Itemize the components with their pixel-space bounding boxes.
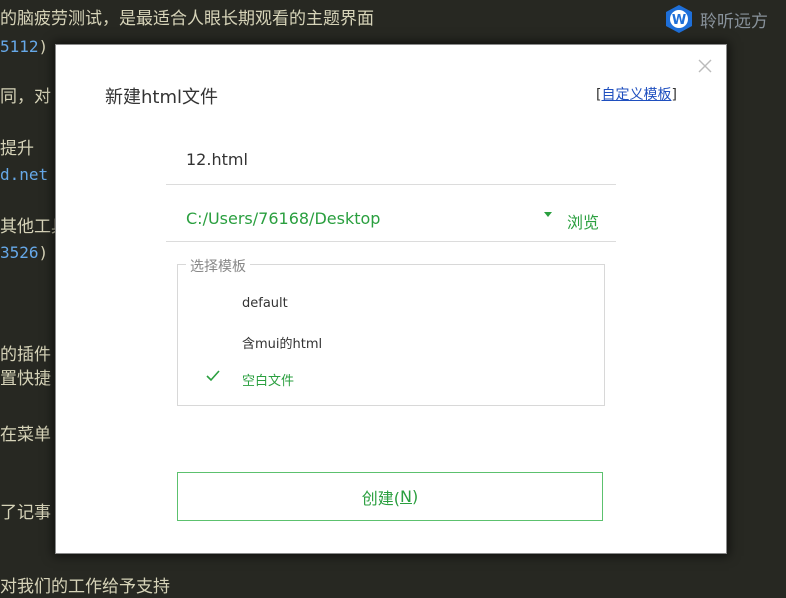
create-label-end: ) [411,487,419,506]
dropdown-caret-icon[interactable] [544,212,552,217]
svg-text:W: W [672,13,686,28]
check-icon [206,370,220,382]
editor-number: 3526 [0,243,39,262]
create-button[interactable]: 创建(N) [177,472,603,521]
editor-line: 的脑疲劳测试，是最适合人眼长期观看的主题界面 [0,9,374,29]
editor-line: 同，对 [0,87,51,107]
new-html-file-dialog: 新建html文件 [自定义模板] C:/Users/76168/Desktop … [56,45,726,553]
filename-field [166,140,616,185]
bracket-close: ] [671,87,677,103]
browse-button[interactable]: 浏览 [567,209,599,233]
watermark: W 聆听远方 [664,4,768,34]
watermark-text: 聆听远方 [700,11,768,32]
template-option-blank[interactable]: 空白文件 [178,364,604,394]
editor-line: 了记事 [0,503,51,523]
watermark-logo-icon: W [666,5,692,33]
create-shortcut-key: N [400,487,412,506]
editor-line: 3526) [0,242,48,264]
editor-line: 对我们的工作给予支持 [0,577,170,597]
custom-template: [自定义模板] [596,84,677,104]
editor-line: d.net [0,165,49,184]
editor-line: 在菜单 [0,425,51,445]
template-option-label: 含mui的html [242,337,323,352]
create-label: 创建( [361,488,401,508]
dialog-title: 新建html文件 [105,87,219,108]
editor-paren: ) [38,37,49,56]
template-option-mui[interactable]: 含mui的html [178,327,604,357]
editor-line: 提升 [0,139,34,159]
editor-line: 置快捷 [0,369,51,389]
editor-paren: ) [38,243,49,262]
template-option-label: 空白文件 [242,374,295,389]
template-option-default[interactable]: default [178,290,604,320]
path-select[interactable]: C:/Users/76168/Desktop [186,209,380,228]
custom-template-link[interactable]: 自定义模板 [601,87,671,103]
path-field: C:/Users/76168/Desktop 浏览 [166,196,616,242]
editor-line: 5112) [0,36,48,58]
template-group: 选择模板 default 含mui的html 空白文件 [177,256,605,406]
template-group-label: 选择模板 [186,256,250,276]
editor-number: 5112 [0,37,39,56]
filename-input[interactable] [186,150,586,169]
template-option-label: default [242,296,288,311]
close-icon[interactable] [696,57,714,75]
editor-line: 的插件 [0,345,51,365]
